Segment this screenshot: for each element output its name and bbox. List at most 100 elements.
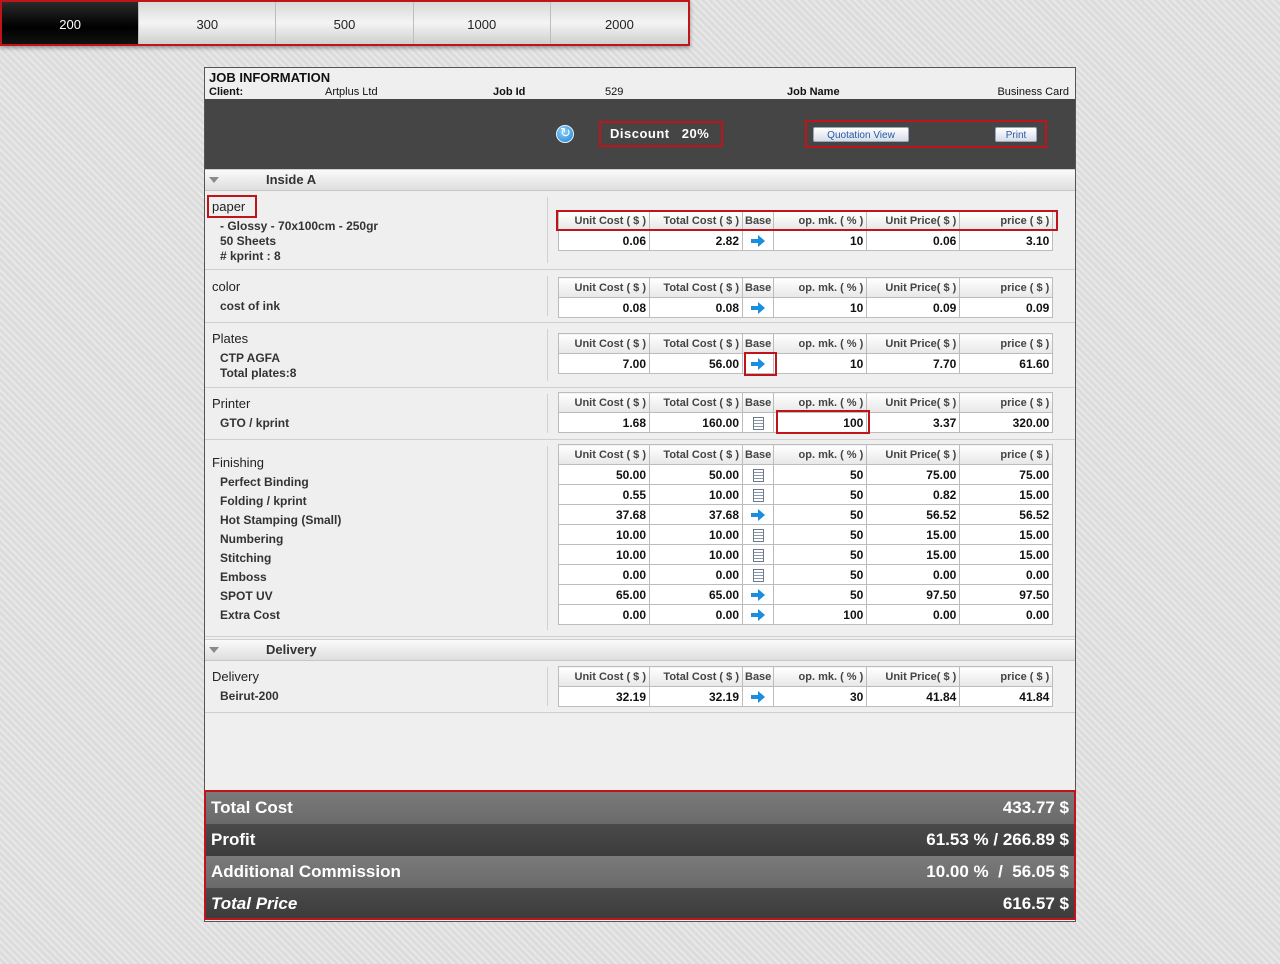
row-paper: paper - Glossy - 70x100cm - 250gr 50 She… <box>205 191 1075 270</box>
finishing-item: Stitching <box>220 551 272 565</box>
collapse-triangle-icon[interactable] <box>209 177 219 183</box>
total-cost-header: Total Cost ( $ ) <box>649 333 743 354</box>
print-button[interactable]: Print <box>995 127 1037 142</box>
op-mk-cell[interactable]: 10 <box>773 230 868 251</box>
total-cost-row: Total Cost 433.77 $ <box>206 792 1074 824</box>
arrow-right-icon[interactable] <box>751 609 766 622</box>
table-row: 0.00 0.00 50 0.00 0.00 <box>558 564 1054 585</box>
total-cost-cell: 0.00 <box>649 564 743 585</box>
total-cost-header: Total Cost ( $ ) <box>649 444 743 465</box>
base-header: Base <box>741 277 775 298</box>
op-mk-cell[interactable]: 10 <box>773 353 868 374</box>
qty-tab-1000[interactable]: 1000 <box>413 2 551 44</box>
op-mk-cell[interactable]: 50 <box>773 584 868 605</box>
op-mk-cell[interactable]: 50 <box>773 544 868 565</box>
base-cell <box>741 484 775 505</box>
plates-title: Plates <box>212 331 249 346</box>
unit-cost-header: Unit Cost ( $ ) <box>558 392 650 413</box>
discount-box[interactable]: Discount 20% <box>599 121 723 147</box>
qty-tab-2000[interactable]: 2000 <box>550 2 689 44</box>
unit-cost-cell: 0.00 <box>558 604 650 625</box>
unit-cost-cell: 1.68 <box>558 412 650 433</box>
section-delivery[interactable]: Delivery <box>205 639 1075 661</box>
op-mk-cell[interactable]: 50 <box>773 504 868 525</box>
base-header: Base <box>741 210 775 231</box>
total-cost-header: Total Cost ( $ ) <box>649 277 743 298</box>
price-header: price ( $ ) <box>959 333 1054 354</box>
op-mk-cell[interactable]: 50 <box>773 464 868 485</box>
total-cost-cell: 10.00 <box>649 484 743 505</box>
qty-tab-300[interactable]: 300 <box>139 2 277 44</box>
calculator-icon[interactable] <box>752 488 764 502</box>
job-information-title: JOB INFORMATION <box>209 70 331 85</box>
op-mk-cell[interactable]: 10 <box>773 297 868 318</box>
section-title: Delivery <box>266 642 317 657</box>
total-cost-cell: 50.00 <box>649 464 743 485</box>
arrow-right-icon[interactable] <box>751 302 766 315</box>
qty-tab-500[interactable]: 500 <box>276 2 414 44</box>
arrow-right-icon[interactable] <box>751 235 766 248</box>
price-header: price ( $ ) <box>959 444 1054 465</box>
client-value: Artplus Ltd <box>325 86 378 98</box>
qty-tab-200[interactable]: 200 <box>2 2 140 44</box>
unit-cost-header: Unit Cost ( $ ) <box>558 444 650 465</box>
calculator-icon[interactable] <box>752 568 764 582</box>
price-cell: 15.00 <box>959 484 1054 505</box>
refresh-icon[interactable] <box>556 125 574 143</box>
base-cell <box>741 464 775 485</box>
calculator-icon[interactable] <box>752 548 764 562</box>
base-cell <box>741 504 775 525</box>
arrow-right-icon[interactable] <box>751 589 766 602</box>
price-cell: 15.00 <box>959 544 1054 565</box>
price-cell: 15.00 <box>959 524 1054 545</box>
printer-cost-table: Unit Cost ( $ ) Total Cost ( $ ) Base op… <box>558 392 1054 433</box>
total-cost-value: 433.77 $ <box>1002 798 1069 817</box>
unit-cost-cell: 37.68 <box>558 504 650 525</box>
total-cost-header: Total Cost ( $ ) <box>649 210 743 231</box>
profit-row: Profit 61.53 % / 266.89 $ <box>206 824 1074 856</box>
op-mk-cell[interactable]: 50 <box>773 524 868 545</box>
unit-price-cell: 41.84 <box>866 686 961 707</box>
base-cell <box>741 564 775 585</box>
op-mk-cell[interactable]: 50 <box>773 484 868 505</box>
total-price-row: Total Price 616.57 $ <box>206 888 1074 918</box>
arrow-right-icon[interactable] <box>751 691 766 704</box>
op-mk-cell[interactable]: 100 <box>773 604 868 625</box>
section-inside-a[interactable]: Inside A <box>205 169 1075 191</box>
price-cell: 0.09 <box>959 297 1054 318</box>
section-title: Inside A <box>266 172 317 187</box>
delivery-line: Beirut-200 <box>220 689 279 703</box>
op-mk-cell[interactable]: 30 <box>773 686 868 707</box>
printer-title: Printer <box>212 396 251 411</box>
commission-row: Additional Commission 10.00 % / 56.05 $ <box>206 856 1074 888</box>
price-header: price ( $ ) <box>959 277 1054 298</box>
total-cost-cell: 2.82 <box>649 230 743 251</box>
base-cell <box>741 584 775 605</box>
quotation-view-button[interactable]: Quotation View <box>813 127 909 142</box>
job-name-value: Business Card <box>997 86 1069 98</box>
calculator-icon[interactable] <box>752 416 764 430</box>
total-cost-header: Total Cost ( $ ) <box>649 392 743 413</box>
collapse-triangle-icon[interactable] <box>209 647 219 653</box>
unit-price-header: Unit Price( $ ) <box>866 333 961 354</box>
job-id-label: Job Id <box>493 86 526 98</box>
calculator-icon[interactable] <box>752 468 764 482</box>
unit-price-cell: 15.00 <box>866 544 961 565</box>
table-row: 0.00 0.00 100 0.00 0.00 <box>558 604 1054 625</box>
finishing-item: Extra Cost <box>220 608 281 622</box>
calculator-icon[interactable] <box>752 528 764 542</box>
price-header: price ( $ ) <box>959 392 1054 413</box>
op-mk-cell[interactable]: 50 <box>773 564 868 585</box>
arrow-right-icon[interactable] <box>751 509 766 522</box>
total-cost-cell: 10.00 <box>649 544 743 565</box>
op-mk-cell[interactable]: 100 <box>773 412 868 433</box>
total-cost-cell: 56.00 <box>649 353 743 374</box>
total-cost-header: Total Cost ( $ ) <box>649 666 743 687</box>
arrow-right-icon[interactable] <box>751 358 766 371</box>
delivery-title: Delivery <box>212 669 259 684</box>
table-row: 32.19 32.19 30 41.84 41.84 <box>558 686 1054 707</box>
price-cell: 56.52 <box>959 504 1054 525</box>
plates-line: Total plates:8 <box>220 366 297 380</box>
finishing-cost-table: Unit Cost ( $ ) Total Cost ( $ ) Base op… <box>558 444 1054 625</box>
paper-title: paper <box>212 199 246 214</box>
